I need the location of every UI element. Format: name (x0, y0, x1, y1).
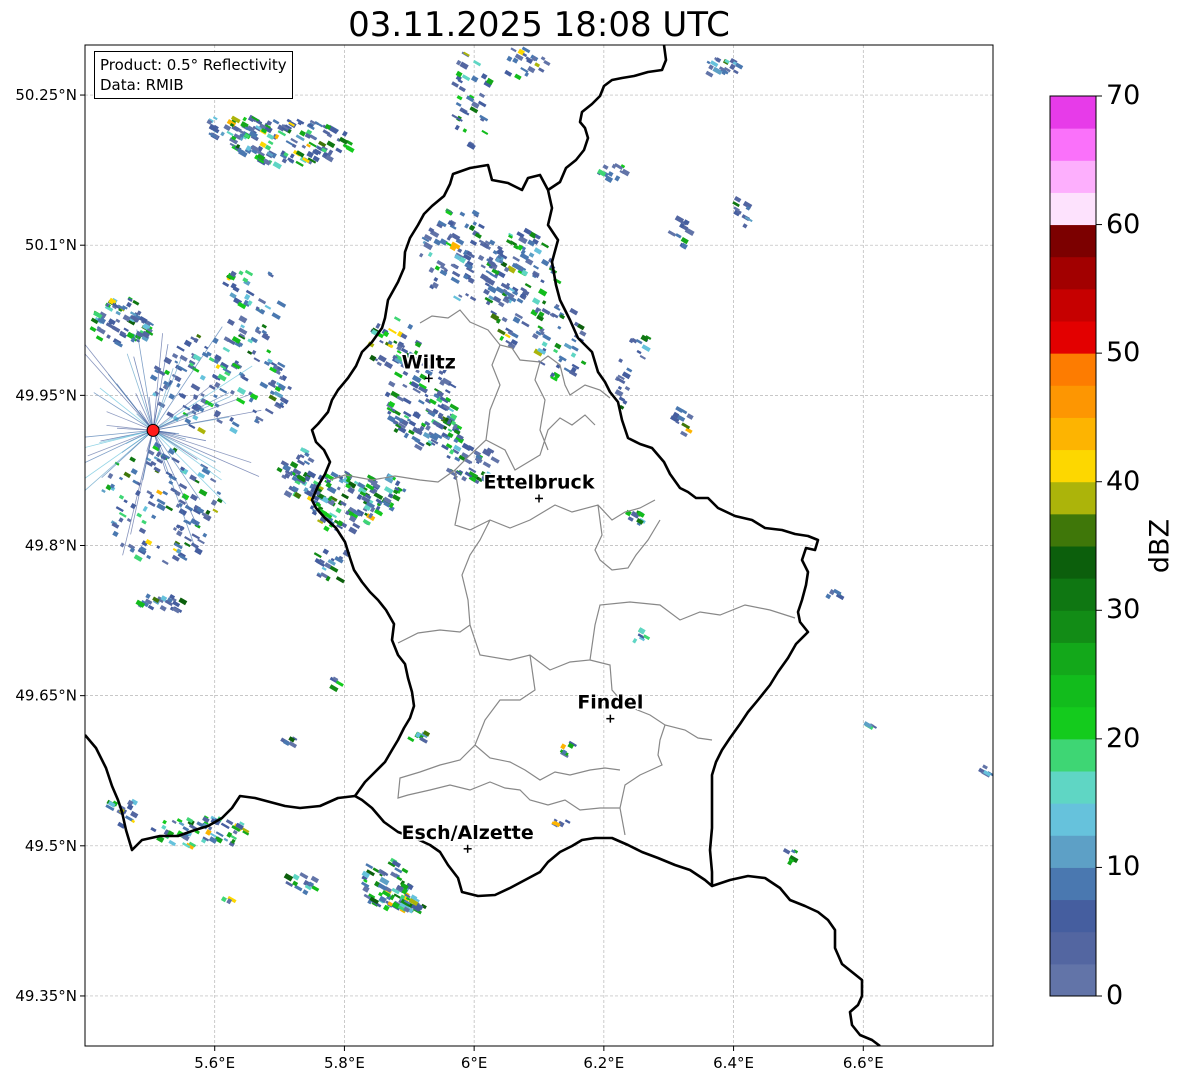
colorbar-segment (1050, 449, 1096, 483)
x-tick-label: 5.6°E (194, 1054, 235, 1072)
y-tick-label: 49.5°N (25, 837, 77, 855)
colorbar-tick-label: 20 (1106, 722, 1141, 754)
x-tick-label: 6°E (461, 1054, 488, 1072)
city-label: Ettelbruck (484, 471, 595, 493)
colorbar-segment (1050, 192, 1096, 226)
colorbar-segment (1050, 160, 1096, 193)
x-tick-label: 6.4°E (713, 1054, 754, 1072)
x-tick-label: 6.2°E (583, 1054, 624, 1072)
colorbar-segment (1050, 385, 1096, 418)
colorbar-segment (1050, 963, 1096, 997)
colorbar-segment (1050, 899, 1096, 933)
colorbar-segment (1050, 321, 1096, 354)
colorbar-segment (1050, 578, 1096, 611)
colorbar-segment (1050, 642, 1096, 676)
colorbar-segment (1050, 128, 1096, 161)
colorbar-tick-label: 60 (1106, 208, 1141, 240)
colorbar-segment (1050, 674, 1096, 708)
colorbar-segment (1050, 738, 1096, 772)
data-source-label: Data: RMIB (100, 76, 184, 94)
city-label: Esch/Alzette (402, 822, 534, 844)
colorbar-segment (1050, 931, 1096, 965)
colorbar-segment (1050, 771, 1096, 804)
colorbar-tick-label: 10 (1106, 851, 1141, 883)
x-tick-label: 6.6°E (843, 1054, 884, 1072)
city-label: Wiltz (402, 351, 456, 373)
city-label: Findel (577, 692, 643, 714)
colorbar-tick-label: 40 (1106, 465, 1141, 497)
y-tick-label: 50.1°N (25, 236, 77, 254)
colorbar-segment (1050, 706, 1096, 740)
colorbar-tick-label: 30 (1106, 594, 1141, 626)
radar-map[interactable]: 5.6°E 5.8°E 6°E 6.2°E 6.4°E 6.6°E 49.35°N 49.5°… (0, 0, 1184, 1081)
y-tick-label: 49.8°N (25, 537, 77, 555)
colorbar-segment (1050, 256, 1096, 290)
radar-site (146, 423, 160, 437)
colorbar-segment (1050, 96, 1096, 129)
y-tick-label: 50.25°N (15, 86, 77, 104)
product-info-box: Product: 0.5° Reflectivity Data: RMIB (94, 51, 293, 99)
colorbar-segment (1050, 353, 1096, 386)
colorbar-segment (1050, 610, 1096, 643)
colorbar-segment (1050, 546, 1096, 579)
colorbar-segment (1050, 288, 1096, 322)
colorbar-segment (1050, 224, 1096, 258)
y-tick-label: 49.35°N (15, 987, 77, 1005)
y-tick-label: 49.95°N (15, 386, 77, 404)
x-tick-label: 5.8°E (324, 1054, 365, 1072)
radar-site-marker (146, 423, 160, 437)
colorbar-label: dBZ (1144, 518, 1176, 574)
colorbar (1049, 95, 1102, 997)
y-tick-label: 49.65°N (15, 687, 77, 705)
colorbar-tick-label: 50 (1106, 337, 1141, 369)
colorbar-segment (1050, 803, 1096, 836)
colorbar-segment (1050, 481, 1096, 515)
colorbar-tick-label: 0 (1106, 980, 1124, 1011)
colorbar-segment (1050, 513, 1096, 547)
product-label: Product: 0.5° Reflectivity (100, 56, 287, 74)
colorbar-segment (1050, 835, 1096, 868)
colorbar-segment (1050, 867, 1096, 901)
colorbar-segment (1050, 417, 1096, 451)
colorbar-tick-label: 70 (1106, 80, 1141, 111)
